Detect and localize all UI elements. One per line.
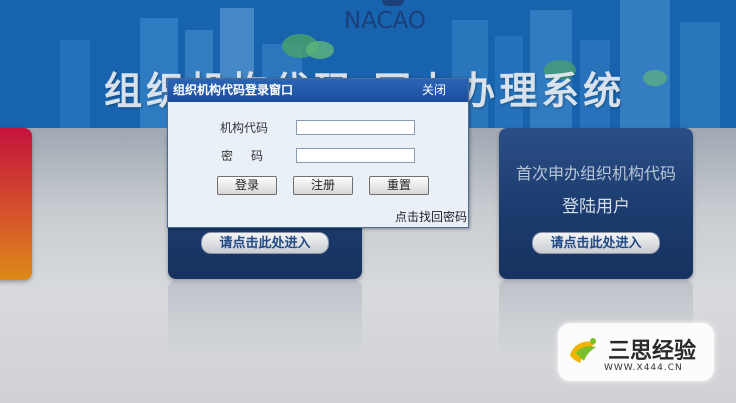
- watermark-logo-icon: [570, 338, 596, 363]
- middle-enter-button[interactable]: 请点击此处进入: [201, 232, 329, 254]
- first-time-apply-text: 首次申办组织机构代码: [515, 164, 676, 183]
- watermark-url: WWW.X444.CN: [604, 363, 683, 373]
- password-label: 密码: [221, 149, 282, 163]
- left-entry-panel[interactable]: 码: [0, 128, 32, 280]
- reset-button[interactable]: 重置: [369, 176, 429, 195]
- middle-panel-reflection: [168, 280, 362, 355]
- nacao-logo-mark: [382, 0, 404, 6]
- org-code-label: 机构代码: [220, 121, 269, 135]
- dialog-title: 组织机构代码登录窗口: [173, 83, 294, 97]
- watermark-badge: 三思经验 WWW.X444.CN: [558, 323, 714, 381]
- dialog-close-link[interactable]: 关闭: [422, 79, 446, 102]
- login-button[interactable]: 登录: [217, 176, 277, 195]
- right-enter-button[interactable]: 请点击此处进入: [532, 232, 660, 254]
- register-button[interactable]: 注册: [293, 176, 353, 195]
- password-input[interactable]: [296, 148, 415, 163]
- forgot-password-link[interactable]: 点击找回密码: [395, 208, 467, 225]
- dialog-titlebar: 组织机构代码登录窗口 关闭: [168, 79, 468, 102]
- watermark-text: 三思经验: [608, 339, 697, 364]
- login-dialog: 组织机构代码登录窗口 关闭 机构代码 密码 登录 注册 重置 点击找回密码: [167, 78, 469, 228]
- org-code-input[interactable]: [296, 120, 415, 135]
- nacao-logo-text: NACAO: [344, 8, 427, 34]
- first-time-apply-panel: 首次申办组织机构代码 登陆用户 请点击此处进入: [499, 128, 693, 279]
- login-user-text: 登陆用户: [562, 197, 630, 217]
